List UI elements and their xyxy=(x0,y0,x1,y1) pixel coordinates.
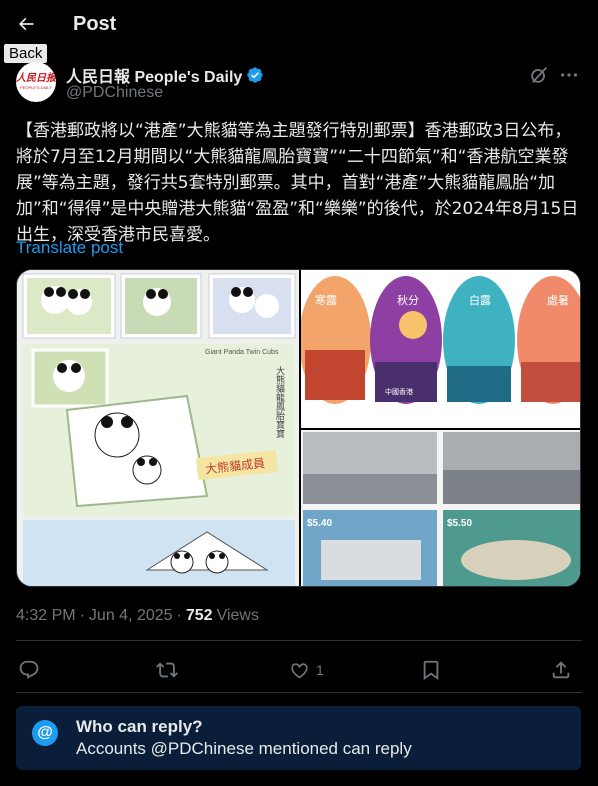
avatar-logo-subtext: PEOPLE'S DAILY xyxy=(20,85,52,90)
top-bar: Back Post xyxy=(0,0,598,63)
stamp-term-4: 處暑 xyxy=(547,293,569,307)
panda-stamps-illustration: Giant Panda Twin Cubs 大熊貓成員 大熊貓龍鳳胎寶寶 xyxy=(17,270,299,586)
avatar[interactable]: 人民日报 PEOPLE'S DAILY xyxy=(16,62,56,102)
views-label: Views xyxy=(216,607,259,624)
reply-restriction-banner: @ Who can reply? Accounts @PDChinese men… xyxy=(16,706,581,770)
views-count: 752 xyxy=(185,607,213,624)
bookmark-icon xyxy=(423,660,439,681)
action-bar: 1 xyxy=(16,654,582,686)
stamp-country-label: 中國香港 xyxy=(385,387,413,396)
repost-button[interactable] xyxy=(156,654,178,686)
stamp-price-2: $5.50 xyxy=(447,518,472,529)
solar-term-stamps-illustration: 寒露 秋分 白露 處暑 中國香港 xyxy=(301,270,580,428)
reply-restriction-title: Who can reply? xyxy=(76,717,203,736)
panda-sheet-title: Giant Panda Twin Cubs xyxy=(205,349,279,356)
divider xyxy=(16,640,582,641)
author-handle[interactable]: @PDChinese xyxy=(66,84,163,102)
post-meta: 4:32 PM · Jun 4, 2025 · 752 Views xyxy=(16,607,259,625)
bookmark-button[interactable] xyxy=(420,654,442,686)
verified-badge-icon xyxy=(247,67,263,83)
grok-button[interactable] xyxy=(528,64,550,86)
like-count: 1 xyxy=(316,662,324,678)
avatar-logo-text: 人民日报 xyxy=(16,73,56,84)
post-time[interactable]: 4:32 PM xyxy=(16,607,76,625)
reply-button[interactable] xyxy=(18,654,40,686)
media-image-aviation-stamps[interactable]: $5.40 $5.50 xyxy=(301,430,580,586)
meta-separator: · xyxy=(79,607,85,624)
stamp-price-1: $5.40 xyxy=(307,518,332,529)
reply-icon xyxy=(19,660,39,679)
reply-restriction-subtitle: Accounts @PDChinese mentioned can reply xyxy=(76,739,412,758)
media-image-panda-stamps[interactable]: Giant Panda Twin Cubs 大熊貓成員 大熊貓龍鳳胎寶寶 xyxy=(17,270,299,586)
arrow-left-icon xyxy=(18,17,34,31)
share-icon xyxy=(552,661,570,679)
back-button[interactable] xyxy=(8,6,44,42)
share-button[interactable] xyxy=(550,654,572,686)
at-sign-icon: @ xyxy=(32,720,58,746)
like-button[interactable]: 1 xyxy=(288,654,324,686)
repost-icon xyxy=(156,662,178,678)
post-date[interactable]: Jun 4, 2025 xyxy=(89,607,173,625)
back-tooltip: Back xyxy=(4,44,48,63)
stamp-term-3: 白露 xyxy=(469,293,491,307)
panda-vertical-title: 大熊貓龍鳳胎寶寶 xyxy=(274,365,285,439)
grok-icon xyxy=(531,67,548,83)
more-horizontal-icon xyxy=(560,73,578,77)
meta-separator: · xyxy=(176,607,182,624)
media-image-solar-term-stamps[interactable]: 寒露 秋分 白露 處暑 中國香港 xyxy=(301,270,580,428)
page-title: Post xyxy=(73,13,117,35)
stamp-term-2: 秋分 xyxy=(397,293,419,307)
more-options-button[interactable] xyxy=(558,64,580,86)
heart-icon xyxy=(291,663,308,679)
stamp-term-1: 寒露 xyxy=(315,293,337,307)
divider xyxy=(16,692,582,693)
post-text: 【香港郵政將以“港產”大熊貓等為主題發行特別郵票】香港郵政3日公布，將於7月至1… xyxy=(16,121,579,245)
translate-post-link[interactable]: Translate post xyxy=(16,238,123,258)
media-grid: Giant Panda Twin Cubs 大熊貓成員 大熊貓龍鳳胎寶寶 寒露 xyxy=(16,269,581,587)
aviation-stamps-illustration: $5.40 $5.50 xyxy=(301,430,580,586)
